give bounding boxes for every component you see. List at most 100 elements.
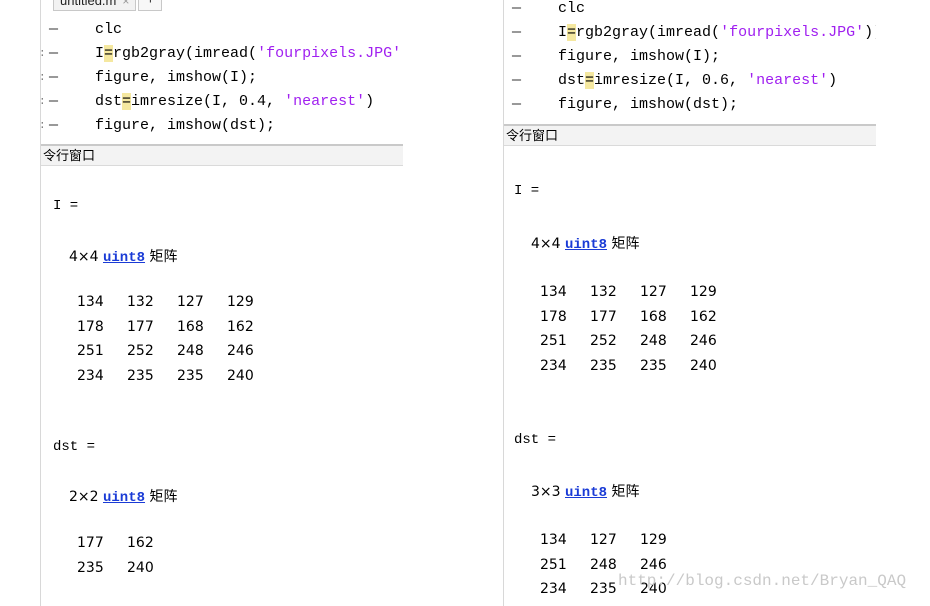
matrix-cell: 248 bbox=[177, 343, 204, 360]
matrix-row: 235 240 bbox=[77, 556, 177, 581]
breakpoint-dash[interactable]: — bbox=[512, 0, 521, 21]
matrix-cell: 252 bbox=[590, 333, 617, 350]
matrix-I: 134 132 127 129 178 177 168 162 251 252 248 246 234 2… bbox=[77, 290, 277, 388]
matrix-cell: 246 bbox=[227, 343, 254, 360]
code-text: figure, imshow(dst); bbox=[95, 117, 276, 134]
code-text: clc bbox=[95, 21, 123, 38]
left-matlab-panel: untitled.m×+ —clc:—I=rgb2gray(imread('fo… bbox=[40, 0, 403, 606]
matrix-row: 177 162 bbox=[77, 531, 177, 556]
code-text: figure, imshow(I); bbox=[558, 48, 721, 65]
matrix-cell: 168 bbox=[640, 308, 667, 325]
code-line[interactable]: — I=rgb2gray(imread('fourpixels.JPG')) bbox=[504, 21, 876, 45]
matrix-cell: 246 bbox=[690, 333, 717, 350]
matrix-row: 234 235 235 240 bbox=[540, 354, 740, 379]
matrix-I: 134 132 127 129 178 177 168 162 251 252 248 246 234 2… bbox=[540, 280, 740, 378]
breakpoint-dash[interactable]: — bbox=[49, 90, 58, 114]
matrix-cell: 129 bbox=[227, 294, 254, 311]
watermark: http://blog.csdn.net/Bryan_QAQ bbox=[618, 572, 907, 590]
gutter-marker: : bbox=[41, 66, 46, 90]
breakpoint-dash[interactable]: — bbox=[49, 114, 58, 138]
matrix-cell: 177 bbox=[590, 308, 617, 325]
breakpoint-dash[interactable]: — bbox=[512, 45, 521, 69]
code-text: dst=imresize(I, 0.6, 'nearest') bbox=[558, 72, 838, 89]
code-line[interactable]: — clc bbox=[41, 18, 403, 42]
matrix-size-dst: 3×3 uint8 矩阵 bbox=[531, 484, 640, 501]
matrix-row: 134 132 127 129 bbox=[77, 290, 277, 315]
code-text: I=rgb2gray(imread('fourpixels.JPG')) bbox=[95, 45, 403, 62]
matrix-size-I: 4×4 uint8 矩阵 bbox=[69, 249, 178, 266]
breakpoint-dash[interactable]: — bbox=[49, 18, 58, 42]
matrix-cell: 177 bbox=[127, 318, 154, 335]
code-line[interactable]: :— figure, imshow(I); bbox=[41, 66, 403, 90]
matrix-cell: 234 bbox=[540, 581, 567, 598]
matrix-row: 134 127 129 bbox=[540, 528, 690, 553]
uint8-link[interactable]: uint8 bbox=[103, 250, 145, 266]
matrix-cell: 235 bbox=[77, 559, 104, 576]
gutter-marker: : bbox=[41, 90, 46, 114]
code-text: I=rgb2gray(imread('fourpixels.JPG')) bbox=[558, 24, 876, 41]
matrix-cell: 235 bbox=[590, 357, 617, 374]
breakpoint-dash[interactable]: — bbox=[512, 93, 521, 117]
code-line[interactable]: — clc bbox=[504, 0, 876, 21]
matrix-cell: 248 bbox=[640, 333, 667, 350]
gutter-marker: : bbox=[41, 42, 46, 66]
matrix-row: 251 252 248 246 bbox=[77, 339, 277, 364]
matrix-cell: 134 bbox=[540, 284, 567, 301]
uint8-link[interactable]: uint8 bbox=[565, 485, 607, 501]
breakpoint-dash[interactable]: — bbox=[512, 21, 521, 45]
matrix-row: 178 177 168 162 bbox=[540, 305, 740, 330]
editor-tabbar: untitled.m × + bbox=[53, 0, 163, 11]
matrix-cell: 240 bbox=[227, 367, 254, 384]
matrix-cell: 129 bbox=[690, 284, 717, 301]
breakpoint-dash[interactable]: — bbox=[49, 66, 58, 90]
gutter-marker: : bbox=[41, 114, 46, 138]
command-window-header: 令行窗口 bbox=[41, 144, 403, 166]
output-var-I: I = bbox=[53, 198, 79, 214]
matrix-cell: 251 bbox=[540, 333, 567, 350]
uint8-link[interactable]: uint8 bbox=[565, 237, 607, 253]
matrix-size-I: 4×4 uint8 矩阵 bbox=[531, 236, 640, 253]
uint8-link[interactable]: uint8 bbox=[103, 490, 145, 506]
matrix-cell: 251 bbox=[77, 343, 104, 360]
output-var-dst: dst = bbox=[53, 439, 96, 455]
matrix-row: 134 132 127 129 bbox=[540, 280, 740, 305]
matrix-cell: 127 bbox=[177, 294, 204, 311]
matrix-cell: 235 bbox=[127, 367, 154, 384]
breakpoint-dash[interactable]: — bbox=[49, 42, 58, 66]
editor-tab[interactable]: untitled.m × bbox=[53, 0, 137, 11]
code-line[interactable]: — dst=imresize(I, 0.6, 'nearest') bbox=[504, 69, 876, 93]
matrix-cell: 134 bbox=[540, 532, 567, 549]
close-icon[interactable]: × bbox=[122, 0, 129, 8]
matrix-cell: 235 bbox=[640, 357, 667, 374]
code-line[interactable]: :— figure, imshow(dst); bbox=[41, 114, 403, 138]
breakpoint-dash[interactable]: — bbox=[512, 69, 521, 93]
matrix-row: 251 252 248 246 bbox=[540, 329, 740, 354]
matrix-cell: 251 bbox=[540, 556, 567, 573]
code-line[interactable]: :— dst=imresize(I, 0.4, 'nearest') bbox=[41, 90, 403, 114]
matrix-cell: 134 bbox=[77, 294, 104, 311]
matrix-dst: 177 162 235 240 bbox=[77, 531, 177, 580]
code-line[interactable]: — figure, imshow(dst); bbox=[504, 93, 876, 117]
matrix-cell: 162 bbox=[690, 308, 717, 325]
code-line[interactable]: — figure, imshow(I); bbox=[504, 45, 876, 69]
code-line[interactable]: :— I=rgb2gray(imread('fourpixels.JPG')) bbox=[41, 42, 403, 66]
matrix-cell: 162 bbox=[127, 535, 154, 552]
matrix-cell: 168 bbox=[177, 318, 204, 335]
matrix-cell: 132 bbox=[590, 284, 617, 301]
matrix-cell: 235 bbox=[177, 367, 204, 384]
code-text: clc bbox=[558, 0, 586, 17]
matrix-cell: 252 bbox=[127, 343, 154, 360]
matrix-cell: 234 bbox=[77, 367, 104, 384]
output-var-I: I = bbox=[514, 183, 540, 199]
matrix-cell: 234 bbox=[540, 357, 567, 374]
matrix-cell: 177 bbox=[77, 535, 104, 552]
code-text: figure, imshow(I); bbox=[95, 69, 258, 86]
matrix-row: 234 235 235 240 bbox=[77, 364, 277, 389]
matrix-cell: 178 bbox=[540, 308, 567, 325]
matrix-cell: 240 bbox=[127, 559, 154, 576]
matrix-cell: 127 bbox=[590, 532, 617, 549]
matrix-cell: 240 bbox=[690, 357, 717, 374]
add-tab-button[interactable]: + bbox=[138, 0, 163, 11]
output-var-dst: dst = bbox=[514, 432, 557, 448]
matrix-cell: 162 bbox=[227, 318, 254, 335]
